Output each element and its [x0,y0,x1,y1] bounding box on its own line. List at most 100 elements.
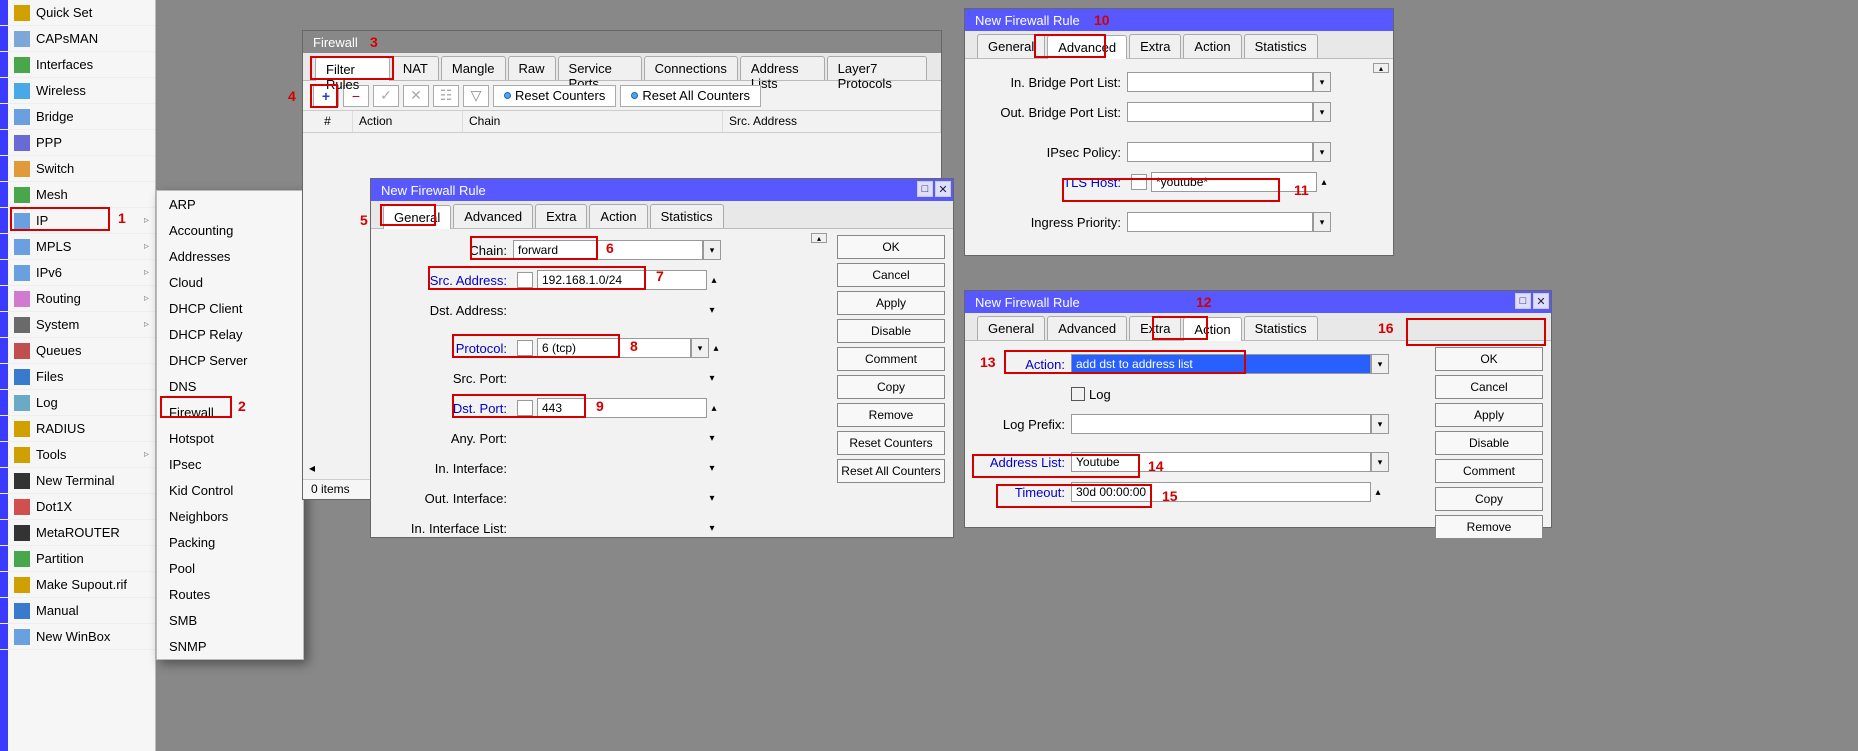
scroll-up-icon[interactable]: ▴ [1373,63,1389,73]
tls-negate[interactable] [1131,174,1147,190]
dst-port-input[interactable] [537,398,707,418]
sidebar-item-new-terminal[interactable]: New Terminal [0,468,155,494]
sidebar-item-mpls[interactable]: MPLS▹ [0,234,155,260]
tab-extra[interactable]: Extra [1129,34,1181,58]
sidebar-item-log[interactable]: Log [0,390,155,416]
tab-general[interactable]: General [977,34,1045,58]
sidebar-item-ipv6[interactable]: IPv6▹ [0,260,155,286]
remove-button[interactable]: Remove [1435,515,1543,539]
tab-address-lists[interactable]: Address Lists [740,56,825,80]
tab-nat[interactable]: NAT [392,56,439,80]
timeout-input[interactable] [1071,482,1371,502]
tri-down-icon[interactable]: ▾ [705,371,719,385]
comment-button[interactable]: Comment [837,347,945,371]
ipsec-input[interactable] [1127,142,1313,162]
protocol-input[interactable] [537,338,691,358]
sidebar-item-quick-set[interactable]: Quick Set [0,0,155,26]
sidebar-item-metarouter[interactable]: MetaROUTER [0,520,155,546]
dropdown-icon[interactable]: ▾ [1313,212,1331,232]
tls-host-input[interactable] [1151,172,1317,192]
col-action[interactable]: Action [353,111,463,132]
sidebar-item-ip[interactable]: IP▹ [0,208,155,234]
comment-button[interactable]: ☷ [433,85,459,107]
tri-down-icon[interactable]: ▾ [705,461,719,475]
tri-up-icon[interactable]: ▴ [707,401,721,415]
out-bridge-input[interactable] [1127,102,1313,122]
scroll-up-icon[interactable]: ▴ [811,233,827,243]
tab-advanced[interactable]: Advanced [453,204,533,228]
reset-counters-button[interactable]: Reset Counters [837,431,945,455]
tri-up-icon[interactable]: ▴ [707,273,721,287]
sidebar-item-manual[interactable]: Manual [0,598,155,624]
tab-statistics[interactable]: Statistics [1244,316,1318,340]
chain-dropdown[interactable]: ▾ [703,240,721,260]
cancel-button[interactable]: Cancel [837,263,945,287]
submenu-item-neighbors[interactable]: Neighbors [157,503,303,529]
tab-action[interactable]: Action [589,204,647,228]
tab-extra[interactable]: Extra [1129,316,1181,340]
enable-button[interactable]: ✓ [373,85,399,107]
tab-statistics[interactable]: Statistics [1244,34,1318,58]
sidebar-item-partition[interactable]: Partition [0,546,155,572]
log-checkbox[interactable] [1071,387,1085,401]
tab-general[interactable]: General [977,316,1045,340]
sidebar-item-tools[interactable]: Tools▹ [0,442,155,468]
submenu-item-arp[interactable]: ARP [157,191,303,217]
submenu-item-firewall[interactable]: Firewall [157,399,303,425]
sidebar-item-dot1x[interactable]: Dot1X [0,494,155,520]
submenu-item-snmp[interactable]: SNMP [157,633,303,659]
sidebar-item-bridge[interactable]: Bridge [0,104,155,130]
tab-action[interactable]: Action [1183,317,1241,341]
tab-filter-rules[interactable]: Filter Rules [315,57,390,81]
dropdown-icon[interactable]: ▾ [1313,102,1331,122]
close-icon[interactable]: ✕ [935,181,951,197]
tab-mangle[interactable]: Mangle [441,56,506,80]
dropdown-icon[interactable]: ▾ [1313,72,1331,92]
submenu-item-dns[interactable]: DNS [157,373,303,399]
sidebar-item-system[interactable]: System▹ [0,312,155,338]
tab-action[interactable]: Action [1183,34,1241,58]
submenu-item-cloud[interactable]: Cloud [157,269,303,295]
dropdown-icon[interactable]: ▾ [1313,142,1331,162]
submenu-item-dhcp-server[interactable]: DHCP Server [157,347,303,373]
submenu-item-routes[interactable]: Routes [157,581,303,607]
submenu-item-addresses[interactable]: Addresses [157,243,303,269]
dropdown-icon[interactable]: ▾ [1371,452,1389,472]
src-address-negate[interactable] [517,272,533,288]
dropdown-icon[interactable]: ▾ [1371,414,1389,434]
protocol-dropdown[interactable]: ▾ [691,338,709,358]
sidebar-item-radius[interactable]: RADIUS [0,416,155,442]
restore-icon[interactable]: □ [1515,293,1531,309]
copy-button[interactable]: Copy [1435,487,1543,511]
ingress-input[interactable] [1127,212,1313,232]
tri-down-icon[interactable]: ▾ [705,303,719,317]
tab-advanced[interactable]: Advanced [1047,35,1127,59]
disable-button[interactable]: Disable [1435,431,1543,455]
address-list-input[interactable] [1071,452,1371,472]
tri-up-icon[interactable]: ▴ [709,341,723,355]
remove-button[interactable]: Remove [837,403,945,427]
sidebar-item-routing[interactable]: Routing▹ [0,286,155,312]
tab-advanced[interactable]: Advanced [1047,316,1127,340]
tab-extra[interactable]: Extra [535,204,587,228]
tab-service-ports[interactable]: Service Ports [558,56,642,80]
sidebar-item-switch[interactable]: Switch [0,156,155,182]
ok-button[interactable]: OK [837,235,945,259]
action-input[interactable] [1071,354,1371,374]
col-chain[interactable]: Chain [463,111,723,132]
tab-general[interactable]: General [383,205,451,229]
close-icon[interactable]: ✕ [1533,293,1549,309]
disable-button[interactable]: Disable [837,319,945,343]
tri-down-icon[interactable]: ▾ [705,431,719,445]
tri-down-icon[interactable]: ▾ [705,491,719,505]
submenu-item-dhcp-relay[interactable]: DHCP Relay [157,321,303,347]
tri-up-icon[interactable]: ▴ [1317,175,1331,189]
scroll-left-icon[interactable]: ◂ [309,461,315,475]
ok-button[interactable]: OK [1435,347,1543,371]
tri-up-icon[interactable]: ▴ [1371,485,1385,499]
log-prefix-input[interactable] [1071,414,1371,434]
apply-button[interactable]: Apply [1435,403,1543,427]
tab-raw[interactable]: Raw [508,56,556,80]
submenu-item-smb[interactable]: SMB [157,607,303,633]
submenu-item-pool[interactable]: Pool [157,555,303,581]
